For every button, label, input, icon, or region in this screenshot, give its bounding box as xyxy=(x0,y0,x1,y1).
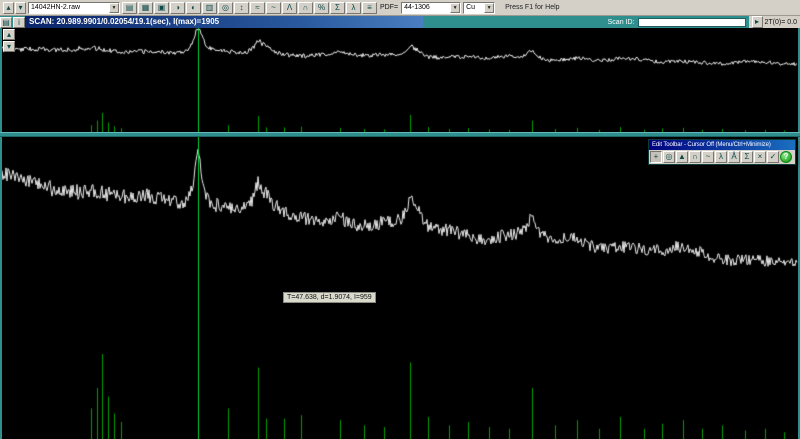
delete-edit-button[interactable]: × xyxy=(754,151,766,163)
copy-button[interactable]: ◑ xyxy=(170,1,185,14)
toolbar-button-group: ▤ ▦ ▣ ◑ ◐ ▥ ◎ ↕ ≈ ~ Λ ∩% Σλ ≡ xyxy=(122,1,377,14)
chevron-down-icon[interactable]: ▼ xyxy=(450,2,461,13)
pdf-number-value: 44-1306 xyxy=(404,4,430,11)
scan-info-bar: SCAN: 20.989.9901/0.02054/19.1(sec), I(m… xyxy=(25,16,423,28)
two-theta-zero-button[interactable]: ▸ xyxy=(751,16,763,28)
cursor-mode-button[interactable]: + xyxy=(650,151,662,163)
sum-button[interactable]: Σ xyxy=(330,1,345,14)
xrd-analysis-window: ▴ ▾ 14042HN-2.raw ▼ ▤ ▦ ▣ ◑ ◐ ▥ ◎ ↕ ≈ ~ Λ ∩% Σλ ≡ PDF=… xyxy=(0,0,800,439)
anode-dropdown[interactable]: Cu ▼ xyxy=(463,1,496,14)
profile-fit-button[interactable]: ∩ xyxy=(298,1,313,14)
main-toolbar: ▴ ▾ 14042HN-2.raw ▼ ▤ ▦ ▣ ◑ ◐ ▥ ◎ ↕ ≈ ~ Λ ∩% Σλ ≡ PDF=… xyxy=(0,0,800,16)
peak-search-button[interactable]: Λ xyxy=(282,1,297,14)
panel-mini-nav: ▴ ▾ xyxy=(3,29,15,52)
full-scale-button[interactable]: ↕ xyxy=(234,1,249,14)
edit-toolbar-title[interactable]: Edit Toolbar - Cursor Off (Menu/Ctrl+Min… xyxy=(649,140,795,150)
help-button[interactable]: ? xyxy=(780,151,792,163)
zoom-chart-panel: Edit Toolbar - Cursor Off (Menu/Ctrl+Min… xyxy=(0,137,800,439)
zoom-mode-button[interactable]: ◎ xyxy=(663,151,675,163)
smooth-button[interactable]: ~ xyxy=(266,1,281,14)
background-edit-button[interactable]: ~ xyxy=(702,151,714,163)
edit-toolbar-buttons: + ◎ ▲ ∩ ~ λ Å Σ × ✓? xyxy=(649,150,795,164)
chevron-down-icon[interactable]: ▼ xyxy=(109,2,119,13)
wavelength-button[interactable]: λ xyxy=(346,1,361,14)
edit-toolbar-window: Edit Toolbar - Cursor Off (Menu/Ctrl+Min… xyxy=(648,139,796,165)
integrate-button[interactable]: Σ xyxy=(741,151,753,163)
scan-file-name: 14042HN-2.raw xyxy=(31,4,81,11)
overview-chart-panel: ▴ ▾ xyxy=(0,28,800,132)
d-spacing-button[interactable]: Å xyxy=(728,151,740,163)
cursor-readout: T=47.638, d=1.9074, I=959 xyxy=(283,292,376,303)
percent-button[interactable]: % xyxy=(314,1,329,14)
help-text: Press F1 for Help xyxy=(505,4,560,11)
apply-edit-button[interactable]: ✓ xyxy=(767,151,779,163)
open-file-button[interactable]: ▤ xyxy=(122,1,137,14)
kalpha2-strip-button[interactable]: λ xyxy=(715,151,727,163)
scan-id-label: Scan ID: xyxy=(607,18,635,26)
two-theta-zero-group: ▸ 2T(0)= 0.0 xyxy=(748,16,800,28)
peak-cursor-button[interactable]: ▲ xyxy=(676,151,688,163)
chevron-down-icon[interactable]: ▼ xyxy=(484,2,495,13)
pdf-label: PDF= xyxy=(380,4,399,11)
scan-up-button[interactable]: ▴ xyxy=(3,29,15,40)
area-cursor-button[interactable]: ∩ xyxy=(689,151,701,163)
tile-windows-button[interactable]: ▥ xyxy=(202,1,217,14)
zoom-out-button[interactable]: ◎ xyxy=(218,1,233,14)
anode-value: Cu xyxy=(466,4,476,11)
scan-file-dropdown[interactable]: 14042HN-2.raw ▼ xyxy=(28,1,120,14)
save-file-button[interactable]: ▦ xyxy=(138,1,153,14)
status-left-buttons: ▤ i xyxy=(0,16,25,28)
scan-next-button[interactable]: ▾ xyxy=(15,1,26,14)
scan-down-button[interactable]: ▾ xyxy=(3,41,15,52)
status-bar: ▤ i SCAN: 20.989.9901/0.02054/19.1(sec), … xyxy=(0,16,800,28)
background-button[interactable]: ≈ xyxy=(250,1,265,14)
scan-list-button[interactable]: ▤ xyxy=(0,16,12,28)
scan-prev-button[interactable]: ▴ xyxy=(3,1,14,14)
pdf-number-input[interactable]: 44-1306 ▼ xyxy=(401,1,462,14)
scan-info-button[interactable]: i xyxy=(13,16,25,28)
print-button[interactable]: ▣ xyxy=(154,1,169,14)
overlay-scans-button[interactable]: ◐ xyxy=(186,1,201,14)
report-button[interactable]: ≡ xyxy=(362,1,377,14)
scan-nav-group: ▴ ▾ xyxy=(3,1,26,14)
scan-id-input[interactable] xyxy=(637,17,746,27)
xrd-zoom-chart[interactable] xyxy=(2,137,798,439)
two-theta-zero-value: 2T(0)= 0.0 xyxy=(764,18,798,26)
xrd-overview-chart[interactable] xyxy=(2,28,798,132)
